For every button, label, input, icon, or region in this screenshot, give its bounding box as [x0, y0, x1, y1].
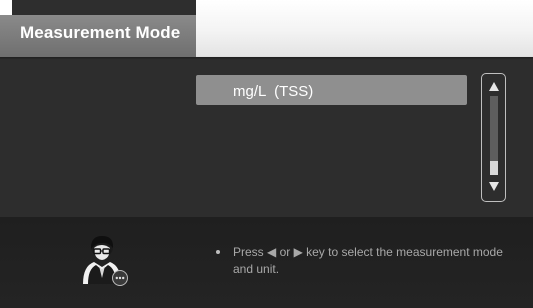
help-message: Press ◀ or ▶ key to select the measureme… — [233, 245, 503, 276]
header-gradient-panel — [196, 0, 533, 57]
header-bar: Measurement Mode — [0, 0, 533, 57]
option-label: mg/L (TSS) — [233, 83, 314, 100]
scroll-down-arrow-icon[interactable] — [489, 182, 499, 191]
option-item-mg-l-tss[interactable]: mg/L (TSS) — [196, 75, 467, 105]
scroll-track[interactable] — [490, 96, 498, 175]
page-title: Measurement Mode — [20, 23, 181, 42]
scrollbar[interactable] — [481, 73, 506, 202]
help-bullet — [216, 250, 220, 254]
header-left-strip — [0, 0, 12, 15]
scroll-thumb[interactable] — [490, 161, 498, 175]
scroll-up-arrow-icon[interactable] — [489, 82, 499, 91]
user-chat-avatar-icon — [80, 234, 130, 286]
